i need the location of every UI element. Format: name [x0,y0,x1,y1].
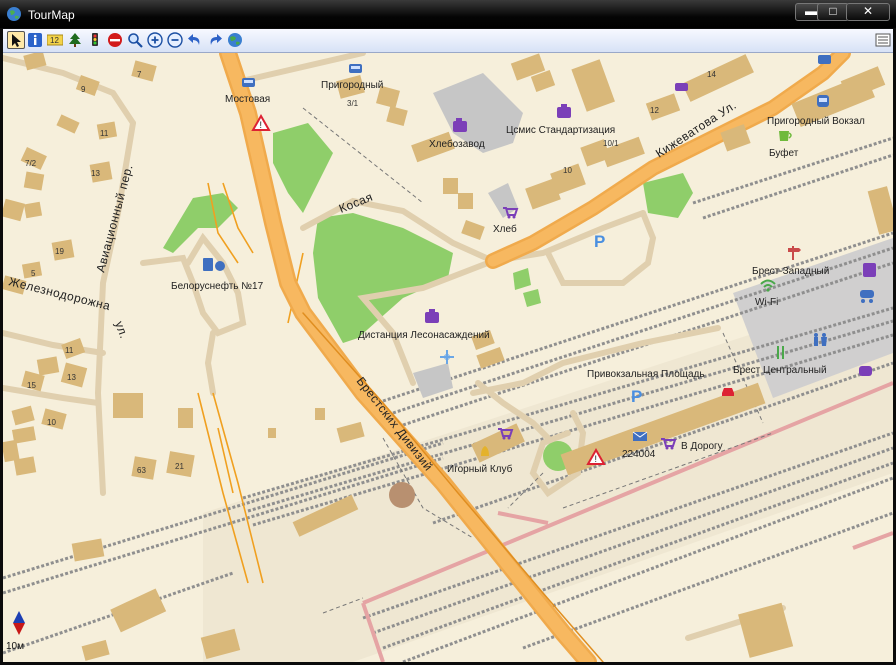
maximize-button[interactable]: □ [817,3,849,21]
house-number: 13 [91,169,100,178]
poi-prigorodny: Пригородный [321,80,383,91]
close-button[interactable]: ✕ [846,3,890,21]
svg-text:!: ! [595,454,598,464]
title-bar: TourMap ▬ □ ✕ [0,0,896,28]
trees-icon[interactable] [67,32,83,48]
poi-v-dorogu: В Дорогу [681,441,723,452]
globe-tool-icon[interactable] [227,32,243,48]
round-building [389,482,415,508]
house-number: 15 [27,381,36,390]
house-number: 5 [31,269,36,278]
toolbar: 12 [3,29,893,53]
poi-belorusneft: Белоруснефть №17 [171,280,264,292]
poi-mostovaya: Мостовая [225,94,270,105]
poi-brest-zapadny: Брест-Западный [752,266,829,277]
poi-igorny-klub: Игорный Клуб [447,463,513,475]
house-number: 12 [650,106,659,115]
map-svg[interactable]: Авиационный пер. Железнодорожна ул. Коса… [3,53,893,662]
poi-prigorodny-vokzal: Пригородный Вокзал [767,116,865,127]
traffic-light-icon[interactable] [87,32,103,48]
poi-distantsiya: Дистанция Лесонасаждений [358,330,490,341]
train-icon [817,95,829,107]
label-icon-text: 12 [50,36,59,45]
house-number: 3/1 [347,99,359,108]
poi-khleb: Хлеб [493,223,517,235]
house-number: 10/1 [603,139,619,148]
pointer-icon[interactable] [7,31,25,49]
parking-icon: P [594,232,605,251]
info-icon[interactable] [27,32,43,48]
zoom-out-icon[interactable] [167,32,183,48]
poi-tsms: Цсмис Стандартизация [506,125,615,136]
house-number: 19 [55,247,64,256]
post-office-icon [632,431,648,441]
svg-text:!: ! [260,120,263,130]
poi-privokzalnaya: Привокзальная Площадь [587,369,705,380]
bus-stop-icon [818,55,831,64]
undo-icon[interactable] [187,32,203,48]
house-number: 21 [175,462,184,471]
parking-icon: P [631,387,642,406]
scale-label: 10м [6,641,24,652]
poi-brest-tsentralny: Брест Центральный [733,365,827,376]
zoom-in-icon[interactable] [147,32,163,48]
app-window: TourMap ▬ □ ✕ 12 Авиационный пер. Железн… [0,0,896,665]
house-number: 11 [100,129,109,138]
bus-stop-icon [349,64,362,73]
poi-wifi: Wi-Fi [755,297,778,308]
poi-bufet: Буфет [769,147,799,159]
shop-icon [859,366,872,376]
svg-text:P: P [594,232,605,251]
shop-icon [675,83,688,91]
house-number: 10 [47,418,56,427]
house-number: 11 [65,346,74,355]
ticket-office-icon [863,263,876,277]
poi-postcode: 224004 [622,449,656,460]
bus-stop-icon [242,78,255,87]
house-number: 10 [563,166,572,175]
zoom-icon[interactable] [127,32,143,48]
window-title: TourMap [28,8,75,22]
car-icon [722,388,734,396]
redo-icon[interactable] [207,32,223,48]
house-number: 14 [707,70,716,79]
poi-khlebozavod: Хлебозавод [429,138,485,150]
globe-icon [7,7,21,21]
svg-text:P: P [631,387,642,406]
house-number: 13 [67,373,76,382]
list-icon[interactable] [875,32,891,48]
stop-icon[interactable] [107,32,123,48]
map-canvas[interactable]: Авиационный пер. Железнодорожна ул. Коса… [3,53,893,662]
house-number: 7/2 [25,159,37,168]
house-number: 63 [137,466,146,475]
house-number: 7 [137,70,142,79]
house-number: 9 [81,85,86,94]
label-icon[interactable]: 12 [47,32,63,48]
